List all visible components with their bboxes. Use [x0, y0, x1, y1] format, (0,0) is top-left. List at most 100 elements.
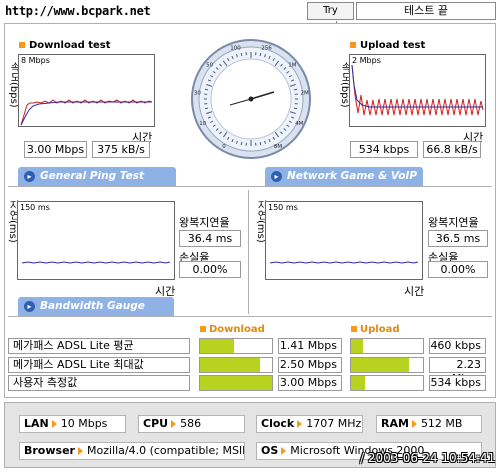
gauge-label: 1M [288, 62, 296, 68]
gauge-tick [204, 88, 209, 91]
game-loss: 0.00% [428, 261, 488, 278]
tab-network-game[interactable]: ▸ Network Game & VoIP Test [265, 167, 423, 201]
lan-info: LAN 10 Mbps [19, 415, 126, 433]
download-bar-fill [200, 376, 272, 390]
lan-label: LAN [24, 417, 49, 430]
gauge-tick [259, 141, 262, 146]
divider [8, 316, 492, 317]
gauge-label: 30 [194, 91, 201, 97]
upload-value: 534 kbps [429, 375, 486, 391]
ping-line [21, 261, 171, 264]
tab-general-ping-label: General Ping Test [40, 170, 144, 182]
upload-title: Upload test [350, 40, 425, 51]
download-bar [199, 357, 273, 373]
play-icon: ▸ [24, 171, 35, 182]
browser-value: Mozilla/4.0 (compatible; MSIE 6.0 [86, 444, 244, 457]
gauge-tick [293, 88, 298, 91]
tab-general-ping[interactable]: ▸ General Ping Test [18, 167, 176, 186]
cpu-value: 586 [180, 417, 202, 430]
ping-series [21, 261, 171, 264]
play-icon: ▸ [24, 301, 35, 312]
game-xlabel: 시간 [404, 285, 425, 298]
os-label: OS [261, 444, 279, 457]
ping-chart: 150 ms [17, 201, 175, 280]
download-header-text: Download [209, 324, 265, 335]
gauge-label: 2M [301, 91, 309, 97]
gauge-label: 8M [274, 144, 282, 150]
arrow-icon [411, 420, 417, 428]
upload-header-text: Upload [360, 324, 400, 335]
tab-bandwidth-label: Bandwidth Gauge [40, 300, 145, 312]
download-kBs: 375 kB/s [92, 141, 150, 158]
gauge-label: 4M [295, 121, 303, 127]
arrow-icon [51, 420, 57, 428]
cpu-label: CPU [143, 417, 169, 430]
game-series [269, 261, 419, 264]
gauge-tick [293, 107, 298, 110]
gauge-label: 256 [261, 45, 272, 51]
bandwidth-download-header: Download [200, 324, 265, 335]
download-bar-fill [200, 339, 234, 353]
ram-info: RAM 512 MB [376, 415, 482, 433]
arrow-icon [77, 447, 83, 455]
game-rtt-label: 왕복지연율 [428, 216, 479, 229]
bullet-icon [350, 42, 356, 48]
tab-bandwidth-gauge[interactable]: ▸ Bandwidth Gauge [18, 297, 174, 316]
bandwidth-row-label: 사용자 측정값 [8, 375, 190, 391]
gauge-label: 0 [222, 144, 226, 150]
status-box: 테스트 끝 [356, 2, 496, 20]
try-again-button[interactable]: Try again [307, 2, 354, 32]
ping-rtt: 36.4 ms [179, 230, 241, 247]
download-mbps: 3.00 Mbps [24, 141, 87, 158]
speed-gauge: 0 10 30 50 100 256 1M 2M 4M 8M [191, 39, 311, 159]
lan-value: 10 Mbps [60, 417, 108, 430]
game-rtt: 36.5 ms [428, 230, 488, 247]
upload-bar-fill [351, 376, 365, 390]
download-bar-fill [200, 358, 260, 372]
gauge-hub [248, 96, 254, 102]
download-blue-line [20, 101, 152, 126]
arrow-icon [297, 420, 303, 428]
upload-bar [350, 375, 424, 391]
upload-kbps: 534 kbps [350, 141, 418, 158]
gauge-label: 10 [199, 121, 206, 127]
ping-loss: 0.00% [179, 261, 241, 278]
url-title: http://www.bcpark.net [5, 4, 151, 18]
download-bar [199, 338, 273, 354]
upload-kBs: 66.8 kB/s [423, 141, 481, 158]
browser-label: Browser [24, 444, 75, 457]
upload-value: 460 kbps [429, 338, 486, 354]
bandwidth-upload-header: Upload [351, 324, 399, 335]
arrow-icon [281, 447, 287, 455]
upload-bar-fill [351, 358, 409, 372]
bandwidth-row-label: 메가패스 ADSL Lite 최대값 [8, 357, 190, 373]
download-value: 1.41 Mbps [278, 338, 342, 354]
upload-chart: 2 Mbps [349, 54, 486, 127]
vertical-divider [248, 190, 249, 314]
download-title: Download test [19, 40, 111, 51]
game-chart: 150 ms [265, 201, 423, 280]
timestamp-watermark: / 2003-06-24 10:54:41 [360, 451, 496, 465]
upload-series [351, 64, 484, 116]
bandwidth-row-label: 메가패스 ADSL Lite 평균 [8, 338, 190, 354]
clock-label: Clock [261, 417, 295, 430]
game-line [269, 261, 419, 264]
ram-value: 512 MB [420, 417, 463, 430]
download-bar [199, 375, 273, 391]
download-value: 3.00 Mbps [278, 375, 342, 391]
divider [8, 186, 492, 187]
download-chart: 8 Mbps [18, 54, 155, 127]
browser-info: Browser Mozilla/4.0 (compatible; MSIE 6.0 [19, 442, 245, 460]
gauge-label: 50 [206, 62, 213, 68]
gauge-tick [240, 141, 243, 146]
bullet-icon [351, 326, 357, 332]
upload-bar [350, 357, 424, 373]
arrow-icon [171, 420, 177, 428]
ping-rtt-label: 왕복지연율 [179, 216, 230, 229]
upload-bar-fill [351, 339, 364, 353]
clock-info: Clock 1707 MHz [256, 415, 363, 433]
gauge-tick [240, 52, 243, 57]
download-title-text: Download test [29, 40, 111, 51]
gauge-label: 100 [230, 45, 241, 51]
ram-label: RAM [381, 417, 409, 430]
